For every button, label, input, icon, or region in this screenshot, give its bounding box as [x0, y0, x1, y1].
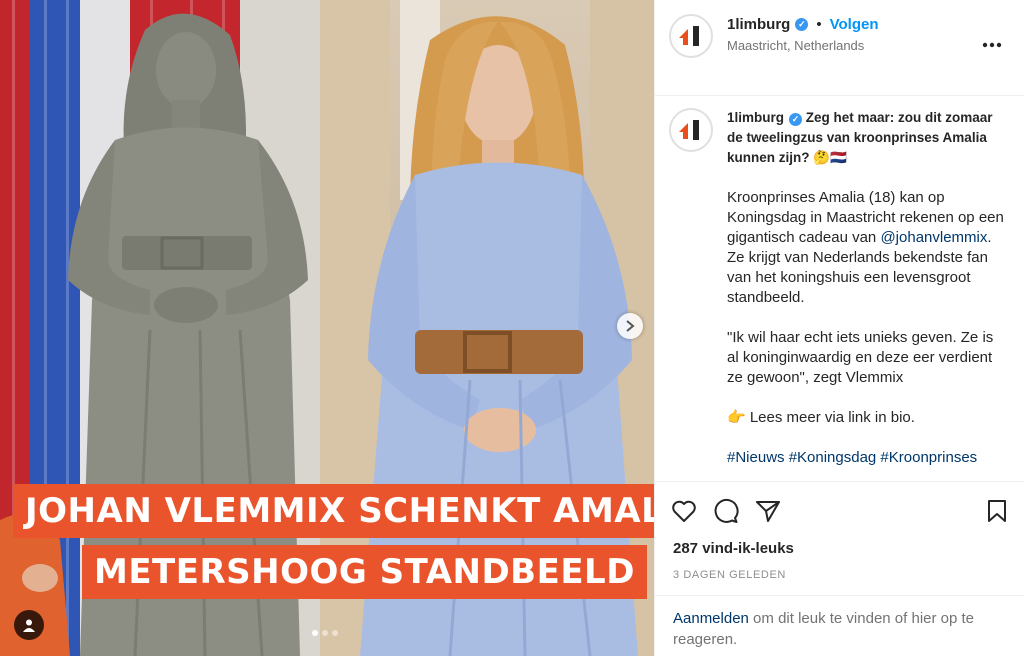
send-icon[interactable]	[755, 499, 781, 523]
headline-banner-line-1: JOHAN VLEMMIX SCHENKT AMALIA	[13, 484, 654, 538]
hashtags[interactable]: #Nieuws #Koningsdag #Kroonprinses	[727, 448, 1008, 468]
headline-banner-line-2: METERSHOOG STANDBEELD	[82, 545, 647, 599]
tagged-users-button[interactable]	[14, 610, 44, 640]
post-sidebar: 1limburg ✓ • Volgen Maastricht, Netherla…	[654, 0, 1024, 656]
post-media[interactable]: JOHAN VLEMMIX SCHENKT AMALIA METERSHOOG …	[0, 0, 654, 656]
chevron-right-icon	[626, 320, 635, 332]
verified-icon: ✓	[795, 18, 809, 31]
location-link[interactable]: Maastricht, Netherlands	[727, 38, 879, 53]
carousel-dot	[332, 630, 338, 636]
caption-paragraph-1: Kroonprinses Amalia (18) kan op Koningsd…	[727, 188, 1008, 308]
like-count[interactable]: 287 vind-ik-leuks	[655, 526, 1024, 557]
caption-paragraph-3: 👉 Lees meer via link in bio.	[727, 409, 915, 426]
instagram-post: JOHAN VLEMMIX SCHENKT AMALIA METERSHOOG …	[0, 0, 1024, 656]
bookmark-icon[interactable]	[986, 499, 1008, 523]
1limburg-logo-icon	[679, 26, 699, 46]
separator: •	[816, 16, 822, 33]
more-horizontal-icon	[982, 42, 1002, 48]
follow-button[interactable]: Volgen	[830, 16, 879, 33]
post-timestamp[interactable]: 3 DAGEN GELEDEN	[655, 557, 1024, 581]
mention-link[interactable]: @johanvlemmix	[880, 229, 987, 246]
caption-paragraph-2: "Ik wil haar echt iets unieks geven. Ze …	[727, 329, 994, 386]
caption-username[interactable]: 1limburg	[727, 110, 784, 125]
avatar[interactable]	[669, 14, 713, 58]
verified-icon: ✓	[789, 113, 803, 126]
carousel-dot	[322, 630, 328, 636]
post-header: 1limburg ✓ • Volgen Maastricht, Netherla…	[655, 0, 1024, 96]
caption-avatar[interactable]	[669, 108, 713, 152]
user-icon	[23, 619, 35, 632]
header-username[interactable]: 1limburg	[727, 16, 790, 33]
1limburg-logo-icon	[679, 120, 699, 140]
carousel-indicator	[312, 630, 338, 636]
carousel-dot	[312, 630, 318, 636]
carousel-next-button[interactable]	[617, 313, 643, 339]
comment-icon[interactable]	[713, 498, 739, 524]
post-caption: 1limburg ✓ Zeg het maar: zou dit zomaar d…	[655, 96, 1024, 482]
more-options-button[interactable]	[982, 28, 1002, 54]
login-link[interactable]: Aanmelden	[673, 610, 749, 627]
action-bar	[655, 482, 1024, 526]
heart-icon[interactable]	[671, 499, 697, 523]
login-prompt: Aanmelden om dit leuk te vinden of hier …	[655, 595, 1024, 650]
